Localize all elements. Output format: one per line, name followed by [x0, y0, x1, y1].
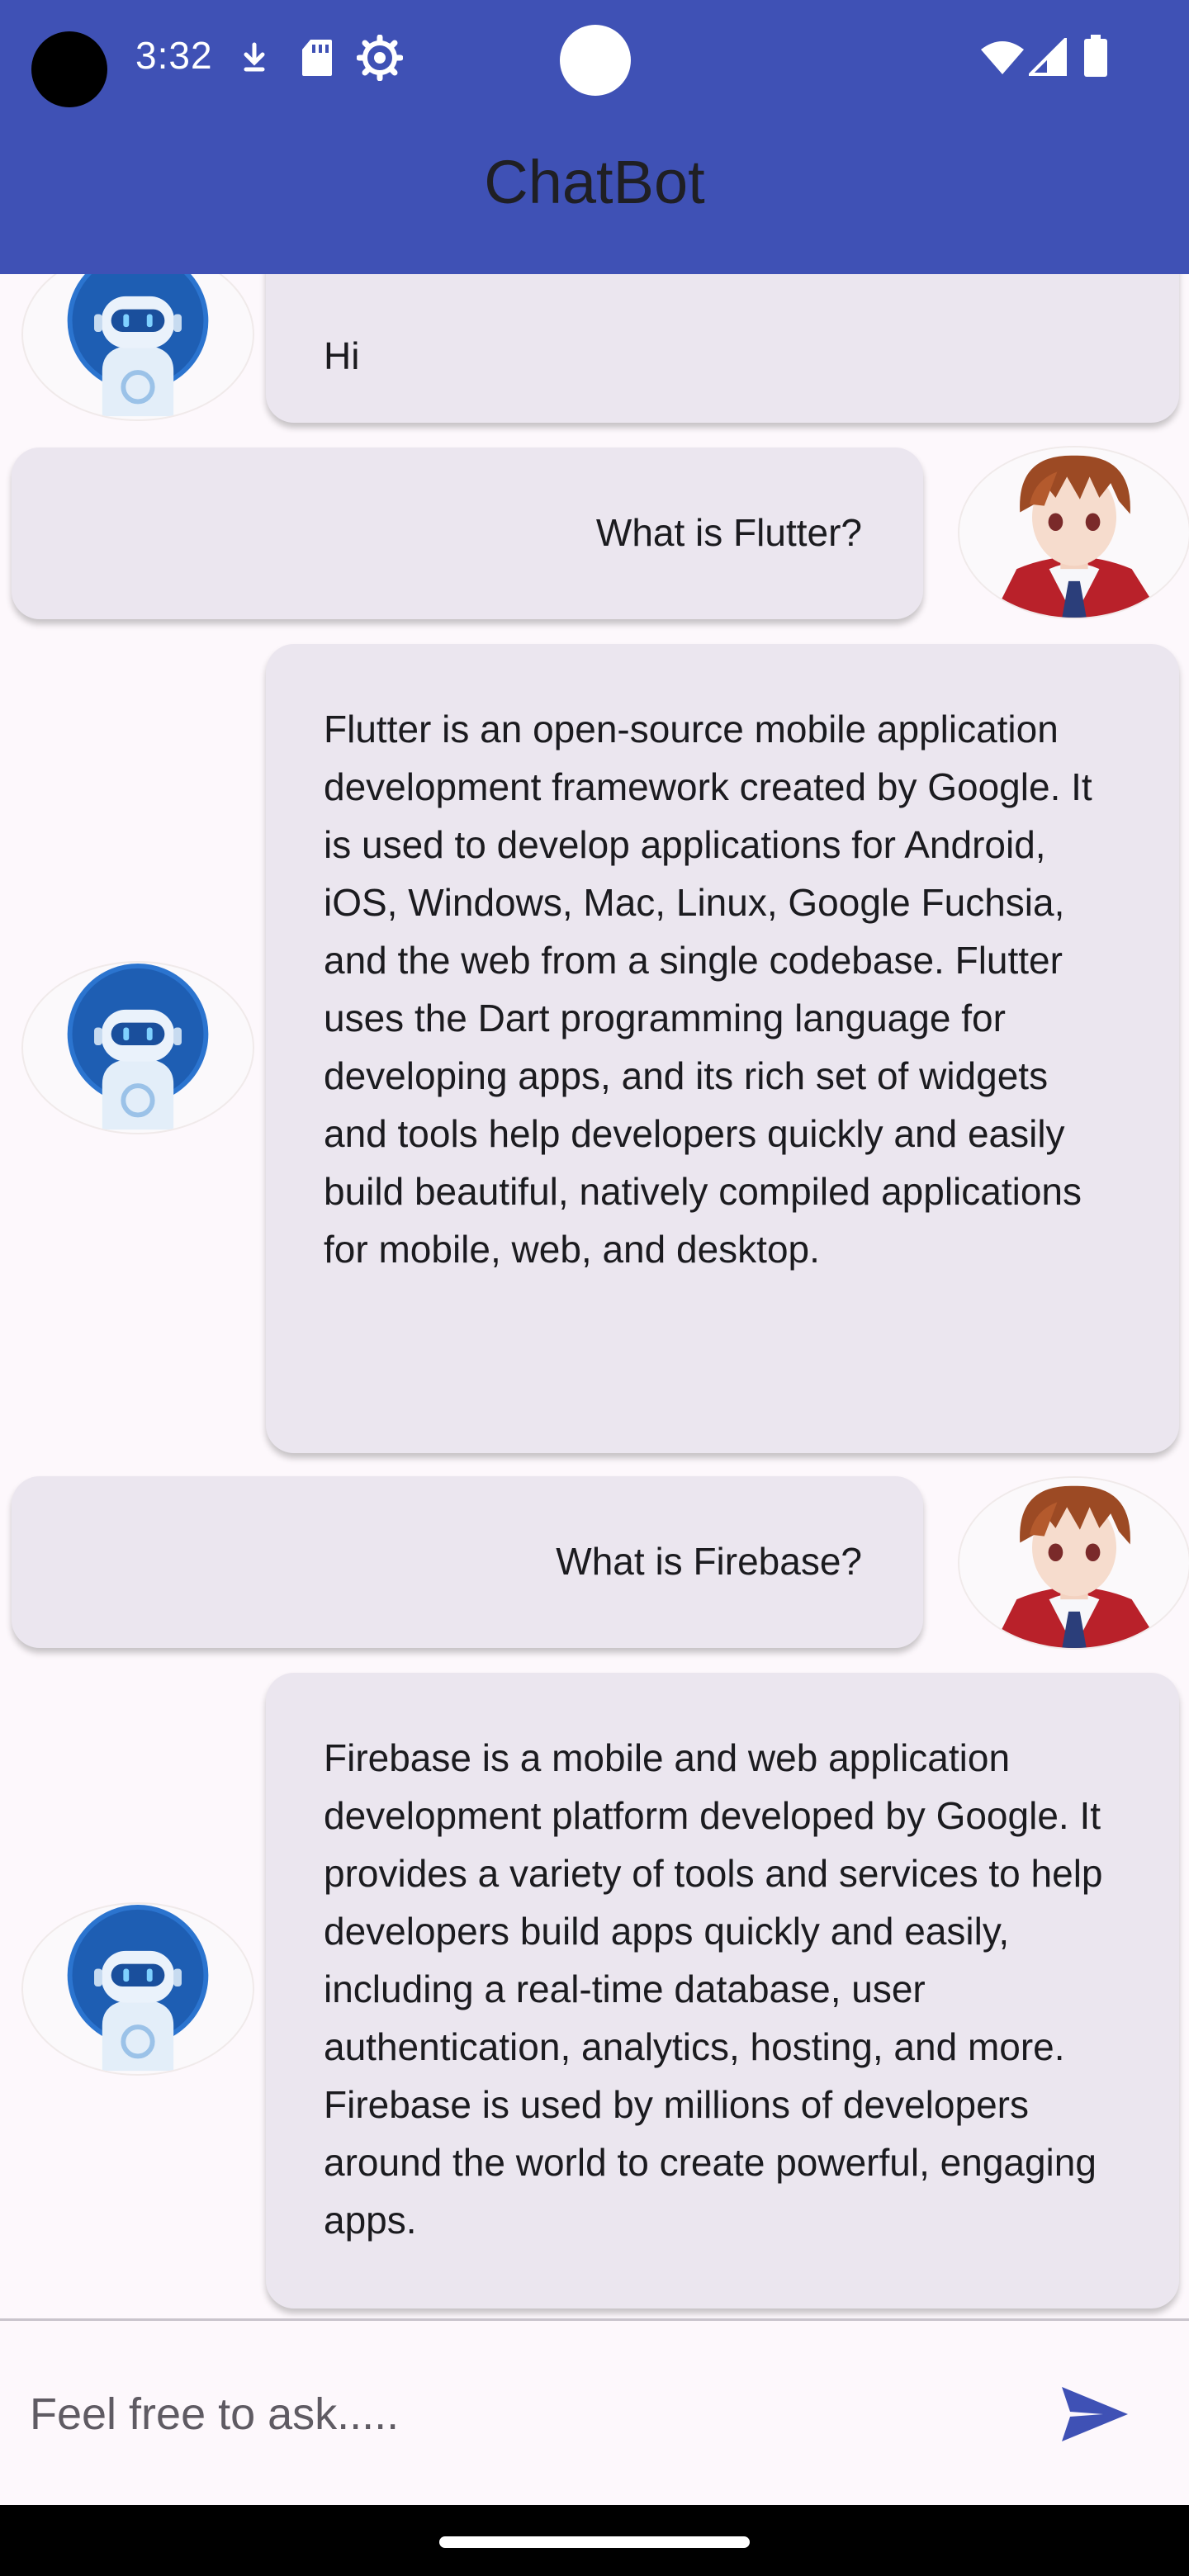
anime-boy-avatar: [958, 446, 1189, 619]
bot-message-bubble: Firebase is a mobile and web application…: [266, 1673, 1179, 2308]
settings-icon: [357, 35, 403, 81]
home-gesture-handle[interactable]: [439, 2536, 750, 2548]
download-icon: [244, 42, 265, 72]
robot-avatar: [21, 961, 254, 1134]
app-title: ChatBot: [484, 148, 705, 216]
anime-boy-avatar: [958, 1476, 1189, 1650]
message-text: Flutter is an open-source mobile applica…: [324, 708, 1092, 1271]
cellular-signal-icon: [1029, 38, 1067, 76]
wifi-icon: [981, 41, 1024, 74]
front-sensor-dot: [560, 25, 631, 96]
message-input[interactable]: [0, 2321, 1016, 2507]
message-text: What is Firebase?: [556, 1540, 862, 1583]
system-nav-bar: [0, 2505, 1189, 2576]
bot-message-bubble: Hi: [266, 274, 1179, 423]
message-text: What is Flutter?: [595, 511, 862, 554]
camera-cutout: [31, 31, 107, 107]
message-text: Firebase is a mobile and web application…: [324, 1736, 1103, 2242]
chat-list[interactable]: Hi What is Flutter? Flutter is an open-s…: [0, 274, 1189, 2318]
message-text: Hi: [324, 334, 360, 377]
robot-avatar: [21, 1902, 254, 2076]
robot-avatar: [21, 274, 254, 421]
app-bar: 3:32 ChatBot: [0, 0, 1189, 274]
bot-message-bubble: Flutter is an open-source mobile applica…: [266, 644, 1179, 1453]
status-time: 3:32: [135, 34, 213, 77]
status-bar: 3:32: [0, 0, 1189, 116]
sd-card-icon: [302, 40, 332, 76]
send-button[interactable]: [1049, 2369, 1139, 2460]
user-message-bubble: What is Flutter?: [12, 447, 923, 619]
message-input-bar: [0, 2318, 1189, 2507]
user-message-bubble: What is Firebase?: [12, 1476, 923, 1648]
battery-icon: [1084, 35, 1107, 77]
send-icon: [1062, 2387, 1128, 2441]
